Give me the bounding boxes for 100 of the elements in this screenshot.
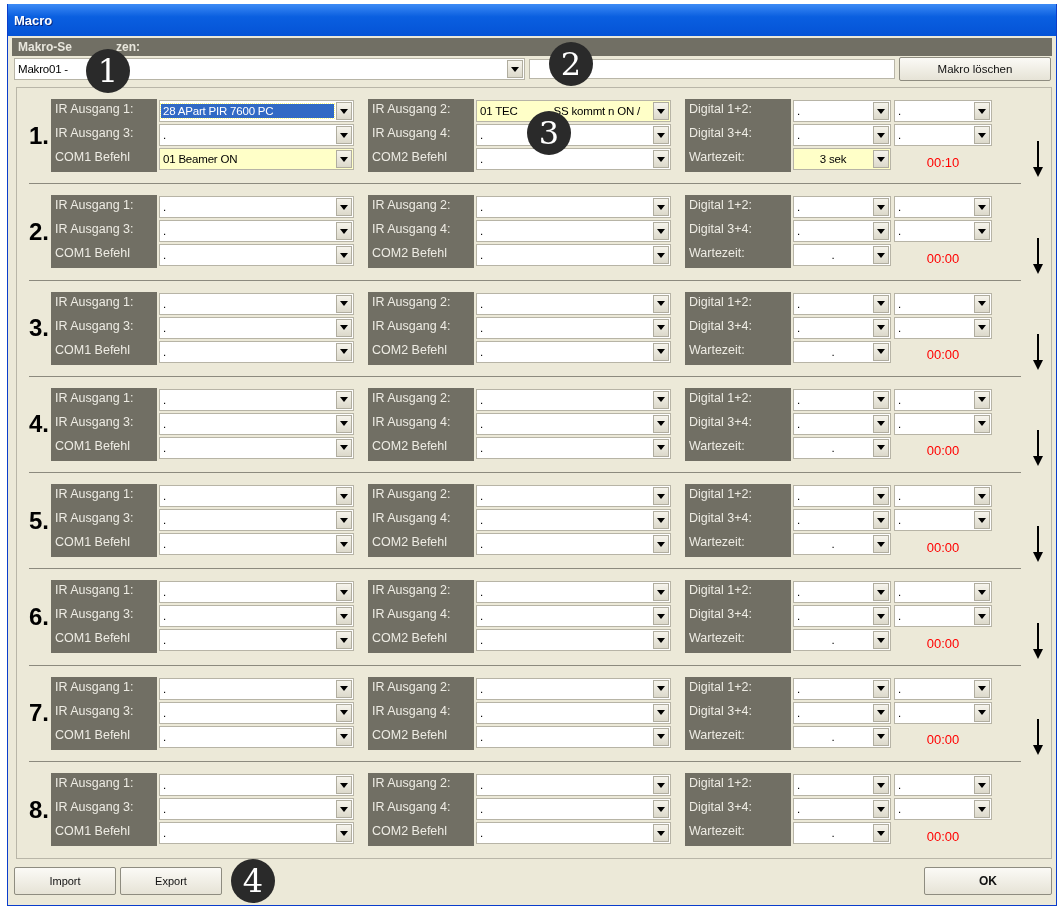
- dropdown-field[interactable]: .: [894, 292, 992, 315]
- dropdown-field[interactable]: .: [159, 316, 354, 339]
- ok-button[interactable]: OK: [924, 867, 1052, 895]
- dropdown-field[interactable]: .: [159, 509, 354, 532]
- dropdown-field[interactable]: .: [476, 196, 671, 219]
- dropdown-field[interactable]: .: [476, 725, 671, 748]
- dropdown-field[interactable]: .: [894, 605, 992, 628]
- dropdown-field[interactable]: .: [476, 605, 671, 628]
- dropdown-field[interactable]: .: [476, 292, 671, 315]
- dropdown-field[interactable]: .: [159, 701, 354, 724]
- dropdown-field[interactable]: .: [793, 244, 891, 267]
- dropdown-field[interactable]: .: [894, 412, 992, 435]
- dropdown-arrow-icon: [978, 397, 986, 403]
- dropdown-field[interactable]: .: [894, 220, 992, 243]
- dropdown-field[interactable]: .: [159, 533, 354, 556]
- dropdown-field[interactable]: .: [159, 581, 354, 604]
- dropdown-field[interactable]: .: [476, 244, 671, 267]
- dropdown-field[interactable]: .: [793, 340, 891, 363]
- dropdown-field[interactable]: .: [476, 629, 671, 652]
- dropdown-field[interactable]: .: [159, 124, 354, 147]
- dropdown-field[interactable]: .: [476, 316, 671, 339]
- dropdown-field[interactable]: .: [793, 581, 891, 604]
- dropdown-field[interactable]: .: [894, 701, 992, 724]
- dropdown-field[interactable]: .: [894, 316, 992, 339]
- dropdown-field[interactable]: .: [159, 196, 354, 219]
- dropdown-field[interactable]: .: [159, 340, 354, 363]
- dropdown-field[interactable]: .: [159, 605, 354, 628]
- dropdown-field[interactable]: .: [476, 581, 671, 604]
- dropdown-field[interactable]: .: [894, 196, 992, 219]
- field-label: IR Ausgang 4:: [371, 702, 452, 720]
- dropdown-field[interactable]: .: [159, 220, 354, 243]
- dropdown-field[interactable]: .: [159, 388, 354, 411]
- dropdown-field[interactable]: .: [476, 436, 671, 459]
- dropdown-field[interactable]: .: [894, 388, 992, 411]
- dropdown-field[interactable]: .: [476, 509, 671, 532]
- dropdown-field[interactable]: .: [793, 774, 891, 797]
- dropdown-field[interactable]: .: [793, 124, 891, 147]
- dropdown-field[interactable]: .: [476, 822, 671, 845]
- dropdown-field[interactable]: .: [894, 509, 992, 532]
- dropdown-field[interactable]: .: [793, 412, 891, 435]
- dropdown-field[interactable]: .: [476, 774, 671, 797]
- dropdown-field[interactable]: .: [894, 581, 992, 604]
- dropdown-field[interactable]: .: [793, 436, 891, 459]
- footer-button[interactable]: Import: [14, 867, 116, 895]
- dropdown-field[interactable]: .: [159, 485, 354, 508]
- dropdown-field[interactable]: .: [476, 412, 671, 435]
- dropdown-arrow-icon: [657, 204, 665, 210]
- dropdown-field[interactable]: .: [793, 509, 891, 532]
- dropdown-field[interactable]: .: [476, 388, 671, 411]
- dropdown-field[interactable]: .: [159, 629, 354, 652]
- dropdown-field[interactable]: .: [159, 244, 354, 267]
- dropdown-field[interactable]: .: [793, 822, 891, 845]
- dropdown-field[interactable]: .: [476, 701, 671, 724]
- dropdown-arrow-icon: [340, 349, 348, 355]
- dropdown-field[interactable]: .: [159, 436, 354, 459]
- dropdown-field[interactable]: .: [793, 725, 891, 748]
- dropdown-field[interactable]: .: [793, 629, 891, 652]
- dropdown-field[interactable]: .: [894, 677, 992, 700]
- dropdown-field[interactable]: .: [476, 485, 671, 508]
- dropdown-field[interactable]: .: [159, 292, 354, 315]
- dropdown-field[interactable]: .: [894, 798, 992, 821]
- dropdown-field[interactable]: .: [894, 100, 992, 123]
- footer-button[interactable]: Export: [120, 867, 222, 895]
- dropdown-arrow-icon: [340, 637, 348, 643]
- delete-macro-button[interactable]: Makro löschen: [899, 57, 1051, 81]
- dropdown-field[interactable]: .: [159, 725, 354, 748]
- field-label: IR Ausgang 4:: [371, 413, 452, 431]
- dropdown-field[interactable]: .: [476, 533, 671, 556]
- dropdown-field[interactable]: 3 sek: [793, 148, 891, 171]
- dropdown-field[interactable]: .: [476, 798, 671, 821]
- dropdown-field[interactable]: .: [159, 798, 354, 821]
- dropdown-field[interactable]: .: [476, 677, 671, 700]
- dropdown-field[interactable]: .: [476, 220, 671, 243]
- dropdown-field[interactable]: .: [793, 701, 891, 724]
- dropdown-field[interactable]: .: [793, 100, 891, 123]
- dropdown-field[interactable]: .: [793, 798, 891, 821]
- dropdown-field[interactable]: .: [793, 196, 891, 219]
- dropdown-field[interactable]: .: [793, 388, 891, 411]
- dropdown-field[interactable]: .: [159, 412, 354, 435]
- dropdown-field[interactable]: .: [793, 485, 891, 508]
- dropdown-field[interactable]: .: [476, 340, 671, 363]
- dropdown-field[interactable]: .: [793, 533, 891, 556]
- dropdown-field[interactable]: 01 Beamer ON: [159, 148, 354, 171]
- dropdown-field[interactable]: 28 APart PIR 7600 PC: [159, 100, 354, 123]
- dropdown-field[interactable]: .: [159, 774, 354, 797]
- field-label: IR Ausgang 2:: [371, 197, 452, 215]
- dropdown-field[interactable]: .: [793, 220, 891, 243]
- dropdown-field[interactable]: .: [159, 677, 354, 700]
- dropdown-field[interactable]: .: [793, 605, 891, 628]
- dropdown-arrow-icon: [978, 228, 986, 234]
- dropdown-field[interactable]: .: [793, 316, 891, 339]
- dropdown-field[interactable]: .: [159, 822, 354, 845]
- field-label: IR Ausgang 3:: [54, 606, 135, 624]
- dropdown-field[interactable]: .: [894, 124, 992, 147]
- dropdown-field[interactable]: .: [793, 677, 891, 700]
- field-label: Digital 1+2:: [688, 101, 753, 119]
- dropdown-field[interactable]: .: [894, 774, 992, 797]
- dropdown-field[interactable]: .: [476, 148, 671, 171]
- dropdown-field[interactable]: .: [894, 485, 992, 508]
- dropdown-field[interactable]: .: [793, 292, 891, 315]
